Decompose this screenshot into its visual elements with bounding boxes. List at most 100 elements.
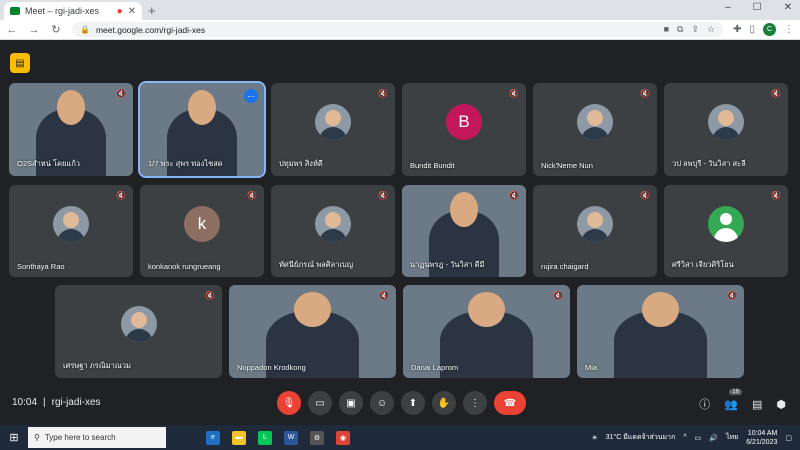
camera-indicator-icon[interactable]: ■	[664, 24, 669, 35]
bookmark-star-icon[interactable]: ☆	[707, 24, 715, 35]
word-icon[interactable]: W	[284, 430, 298, 445]
network-icon[interactable]: ▭	[695, 434, 702, 442]
participant-tile[interactable]: 🔇 เศรษฐา ภรณิมาณวม	[55, 285, 222, 378]
windows-taskbar: ⊞ ⚲ Type here to search e ▬ L W ⚙ ◉ ☀ 31…	[0, 425, 800, 450]
people-icon: 👥	[724, 398, 738, 411]
close-tab-icon[interactable]: ✕	[128, 6, 136, 17]
participant-name: rujira chaigard	[541, 262, 589, 271]
participant-tile[interactable]: ⋯ 1/7 พระ สุพร ทองไชสด	[138, 81, 266, 178]
participant-tile[interactable]: 🔇 ปทุมพร สิงห์ดี	[271, 83, 395, 176]
extensions-icon[interactable]: ✚	[733, 24, 741, 35]
muted-mic-icon: 🔇	[379, 291, 389, 300]
muted-mic-icon: 🔇	[771, 191, 781, 200]
present-button[interactable]: ⬆	[401, 391, 425, 415]
url-field[interactable]: 🔒 meet.google.com/rgi-jadi-xes ■ ⧉ ⇪ ☆	[72, 22, 724, 37]
more-options-button[interactable]: ⋮	[463, 391, 487, 415]
translate-icon[interactable]: ⧉	[677, 24, 683, 35]
back-icon[interactable]: ←	[6, 24, 18, 36]
file-explorer-icon[interactable]: ▬	[232, 430, 246, 445]
muted-mic-icon: 🔇	[378, 191, 388, 200]
participant-name: Bundit Bundit	[410, 161, 455, 170]
participant-tile[interactable]: 🔇 Noppadon Krodkong	[229, 285, 396, 378]
chrome-icon[interactable]: ◉	[336, 430, 350, 445]
muted-mic-icon: 🔇	[640, 89, 650, 98]
edge-icon[interactable]: e	[206, 430, 220, 445]
new-tab-icon[interactable]: +	[148, 3, 156, 18]
language-indicator[interactable]: ไทย	[726, 432, 738, 443]
participant-tile[interactable]: 🔇 Danai Laprom	[403, 285, 570, 378]
participant-name: ทัศนีย์ภรณ์ พลศิลาเบญ	[279, 260, 354, 269]
participant-tile[interactable]: 🔇 O2Sสำหน่ โคยแก้ว	[9, 83, 133, 176]
minimize-icon[interactable]: –	[725, 2, 731, 13]
present-icon: ⬆	[408, 397, 418, 409]
meeting-code: rgi-jadi-xes	[51, 397, 101, 408]
weather-icon[interactable]: ☀	[591, 434, 597, 442]
participant-name: ศรีวิสา เจียวศิริโยน	[672, 260, 734, 269]
participant-tile[interactable]: B 🔇 Bundit Bundit	[402, 83, 526, 176]
volume-icon[interactable]: 🔊	[709, 434, 718, 442]
participant-tile[interactable]: 🔇 Nick'Neme Nun	[533, 83, 657, 176]
reactions-button[interactable]: ☺	[370, 391, 394, 415]
participant-avatar	[315, 104, 351, 141]
muted-mic-icon: 🔇	[553, 291, 563, 300]
side-panel-icon[interactable]: ▯	[749, 24, 755, 35]
participant-name: Noppadon Krodkong	[237, 363, 306, 372]
chat-icon[interactable]: ▤	[752, 398, 762, 411]
tray-chevron-icon[interactable]: ^	[683, 434, 686, 441]
profile-avatar[interactable]: C	[763, 23, 776, 36]
share-icon[interactable]: ⇪	[691, 24, 699, 35]
muted-mic-icon: 🔇	[640, 191, 650, 200]
weather-text[interactable]: 31°C มีแดดจ้าส่วนมาก	[606, 432, 676, 443]
participant-avatar	[577, 205, 613, 242]
participant-tile[interactable]: 🔇 rujira chaigard	[533, 185, 657, 277]
clock-date: 6/21/2023	[746, 438, 778, 446]
activities-icon[interactable]: ⬢	[776, 398, 786, 411]
lock-icon: 🔒	[80, 25, 90, 34]
maximize-icon[interactable]: ☐	[753, 2, 762, 13]
reload-icon[interactable]: ↻	[50, 23, 62, 36]
window-controls: – ☐ ✕	[725, 2, 792, 13]
leave-call-button[interactable]: ☎	[494, 391, 526, 415]
taskbar-clock[interactable]: 10:04 AM 6/21/2023	[746, 429, 777, 447]
participant-tile[interactable]: 🔇 นาฏนพรฎ - วันวิสา ดีมี	[402, 185, 526, 277]
camera-button[interactable]: ▭	[308, 391, 332, 415]
participant-name: Danai Laprom	[411, 363, 459, 372]
participant-avatar	[315, 205, 351, 242]
system-tray: ☀ 31°C มีแดดจ้าส่วนมาก ^ ▭ 🔊 ไทย 10:04 A…	[591, 425, 792, 450]
captions-icon: ▣	[346, 397, 356, 409]
meeting-details-icon[interactable]: ⓘ	[699, 396, 710, 412]
meeting-control-bar: 10:04 | rgi-jadi-xes 🎙 ▭ ▣ ☺ ⬆ ✋ ⋮ ☎ ⓘ 👥…	[0, 385, 800, 425]
host-controls-badge-icon[interactable]: ▤	[10, 53, 30, 73]
close-window-icon[interactable]: ✕	[784, 2, 792, 13]
participant-tile[interactable]: 🔇 ทัศนีย์ภรณ์ พลศิลาเบญ	[271, 185, 395, 277]
participant-avatar: k	[184, 205, 220, 242]
raise-hand-button[interactable]: ✋	[432, 391, 456, 415]
participant-avatar	[708, 205, 744, 242]
browser-tab-meet[interactable]: Meet – rgi-jadi-xes ● ✕	[4, 2, 142, 20]
hangup-icon: ☎	[503, 397, 517, 409]
muted-mic-icon: 🔇	[771, 89, 781, 98]
windows-start-icon[interactable]: ⊞	[0, 431, 28, 444]
participant-tile[interactable]: k 🔇 konkanok rungrueang	[140, 185, 264, 277]
participant-avatar	[53, 205, 89, 242]
participant-tile[interactable]: 🔇 Sonthaya Rao	[9, 185, 133, 277]
address-bar: ← → ↻ 🔒 meet.google.com/rgi-jadi-xes ■ ⧉…	[0, 20, 800, 40]
people-button[interactable]: 👥 16	[724, 388, 742, 411]
captions-button[interactable]: ▣	[339, 391, 363, 415]
participant-tile[interactable]: 🔇 วป ลพบุรี - วันวิสา สะลี	[664, 83, 788, 176]
taskbar-search[interactable]: ⚲ Type here to search	[28, 427, 166, 448]
tile-more-icon[interactable]: ⋯	[244, 89, 258, 103]
browser-menu-icon[interactable]: ⋮	[784, 24, 794, 35]
participant-tile[interactable]: 🔇 Mia	[577, 285, 744, 378]
participant-tile[interactable]: 🔇 ศรีวิสา เจียวศิริโยน	[664, 185, 788, 277]
line-app-icon[interactable]: L	[258, 430, 272, 445]
notifications-icon[interactable]: ▢	[785, 434, 792, 442]
forward-icon[interactable]: →	[28, 24, 40, 36]
muted-mic-icon: 🔇	[378, 89, 388, 98]
muted-mic-icon: 🔇	[727, 291, 737, 300]
settings-gear-icon[interactable]: ⚙	[310, 430, 324, 445]
participant-name: วป ลพบุรี - วันวิสา สะลี	[672, 159, 746, 168]
participant-name: 1/7 พระ สุพร ทองไชสด	[148, 159, 223, 168]
mic-off-button[interactable]: 🎙	[277, 391, 301, 415]
clock-time: 10:04 AM	[747, 429, 778, 437]
